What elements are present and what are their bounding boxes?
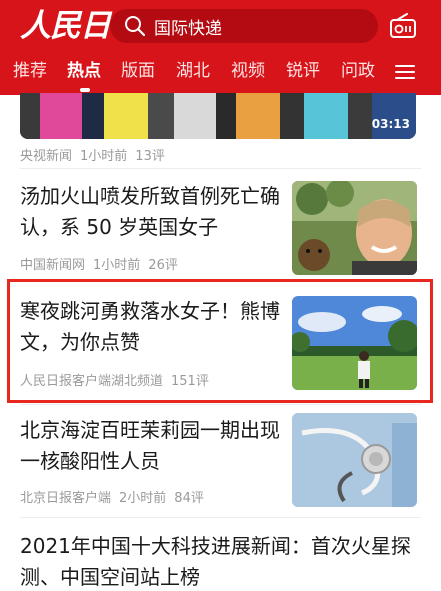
- tab-layout[interactable]: 版面: [121, 58, 155, 84]
- search-icon: [124, 15, 146, 37]
- video-comments: 13评: [135, 149, 165, 164]
- article-title[interactable]: 寒夜跳河勇救落水女子！熊博文，为你点赞: [20, 296, 282, 358]
- article-comments: 26评: [148, 258, 178, 273]
- video-duration: 03:13: [371, 117, 410, 131]
- article-thumbnail[interactable]: [292, 181, 417, 275]
- article-thumbnail[interactable]: [292, 296, 417, 390]
- article-meta: 北京日报客户端 2小时前 84评: [20, 487, 212, 506]
- article-meta: 中国新闻网 1小时前 26评: [20, 254, 186, 273]
- article-comments: 84评: [174, 491, 204, 506]
- article-thumbnail[interactable]: [292, 413, 417, 507]
- tab-inquiry[interactable]: 问政: [341, 58, 375, 84]
- channel-nav: 推荐 热点 版面 湖北 视频 锐评 问政: [0, 52, 441, 94]
- radio-icon[interactable]: [389, 13, 417, 39]
- video-thumbnail[interactable]: 03:13: [20, 93, 416, 139]
- video-source: 央视新闻: [20, 149, 73, 164]
- video-meta: 央视新闻 1小时前 13评: [20, 145, 173, 164]
- search-bar[interactable]: 国际快递: [110, 9, 378, 43]
- article-time: 2小时前: [119, 491, 167, 506]
- tab-hubei[interactable]: 湖北: [176, 58, 210, 84]
- video-time: 1小时前: [80, 149, 128, 164]
- article-meta: 人民日报客户端湖北频道 151评: [20, 370, 217, 389]
- article-title[interactable]: 汤加火山喷发所致首例死亡确认，系 50 岁英国女子: [20, 181, 282, 243]
- article-source: 中国新闻网: [20, 258, 86, 273]
- tab-commentary[interactable]: 锐评: [286, 58, 320, 84]
- tab-video[interactable]: 视频: [231, 58, 265, 84]
- active-tab-indicator: [80, 88, 90, 92]
- article-source: 人民日报客户端湖北频道: [20, 374, 164, 389]
- article-time: 1小时前: [93, 258, 141, 273]
- divider: [20, 517, 421, 518]
- article-source: 北京日报客户端: [20, 491, 112, 506]
- article-title[interactable]: 北京海淀百旺茉莉园一期出现一核酸阳性人员: [20, 415, 282, 477]
- tab-hot[interactable]: 热点: [67, 58, 101, 84]
- app-header: 人民日報 国际快递 推荐 热点 版面 湖北 视频 锐评 问政: [0, 0, 441, 95]
- divider: [20, 404, 421, 405]
- search-placeholder: 国际快递: [154, 18, 222, 39]
- article-comments: 151评: [171, 374, 209, 389]
- tab-recommend[interactable]: 推荐: [13, 58, 47, 84]
- menu-icon[interactable]: [395, 62, 417, 82]
- article-title[interactable]: 2021年中国十大科技进展新闻：首次火星探测、中国空间站上榜: [20, 531, 425, 591]
- divider: [20, 168, 421, 169]
